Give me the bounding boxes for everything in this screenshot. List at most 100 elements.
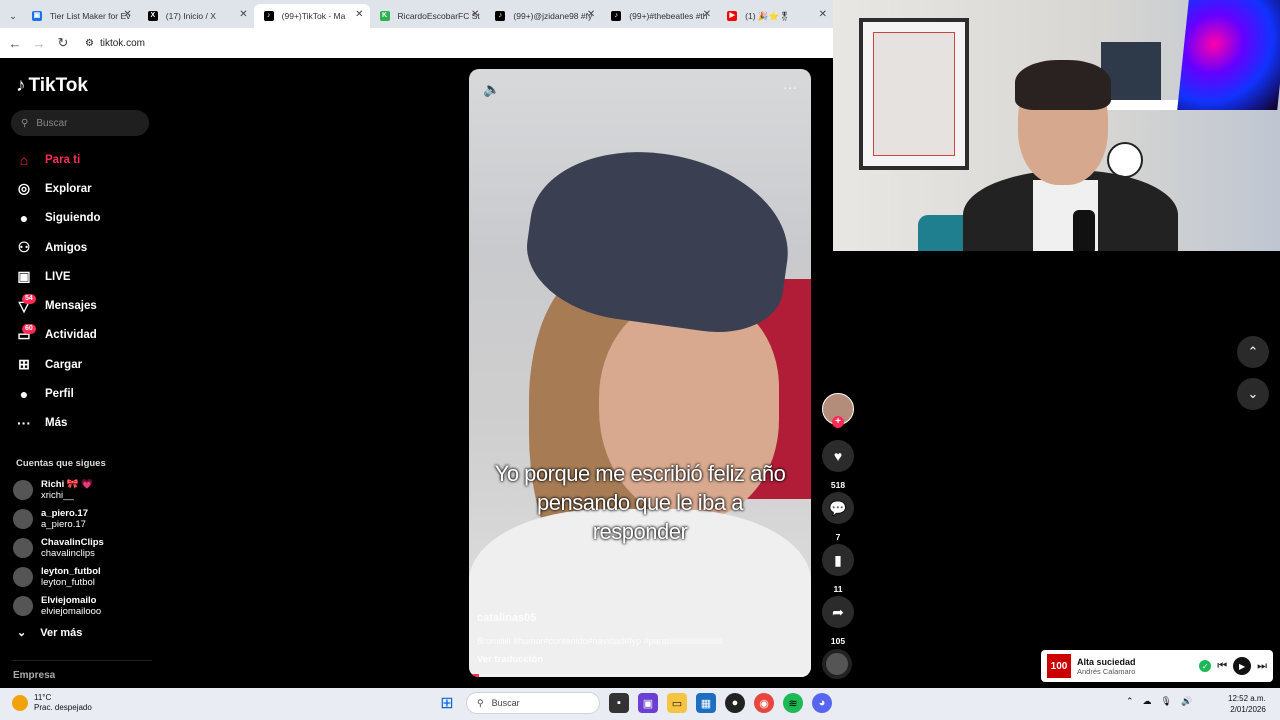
close-tab-icon[interactable]: ✕ [471, 9, 479, 20]
tiktok-logo[interactable]: ♪ TikTok [16, 75, 88, 97]
sidebar-item-amigos[interactable]: ⚇ Amigos [0, 233, 160, 262]
save-count: 11 [833, 584, 843, 594]
close-tab-icon[interactable]: ✕ [587, 9, 595, 20]
sidebar-item-para-ti[interactable]: ⌂ Para ti [0, 145, 160, 174]
sidebar-item-label: Amigos [45, 241, 88, 254]
onedrive-icon[interactable]: ☁ [1143, 696, 1152, 707]
tab-favicon-icon: ♪ [263, 11, 274, 21]
tray-expand-icon[interactable]: ⌃ [1126, 696, 1134, 707]
tab-favicon-icon: X [147, 11, 158, 21]
volume-icon[interactable]: 🔈 [483, 81, 500, 98]
like-button[interactable]: ♥ 518 [822, 440, 854, 490]
task-view-icon[interactable]: ▪ [609, 693, 629, 713]
video-progress-fill [469, 674, 480, 677]
teams-icon[interactable]: ▣ [638, 693, 658, 713]
tab-favicon-icon: ▶ [727, 11, 738, 21]
close-tab-icon[interactable]: ✕ [123, 9, 131, 20]
sidebar-item-mensajes[interactable]: ▽ Mensajes 54 [0, 291, 160, 320]
sidebar-item-más[interactable]: ··· Más [0, 409, 160, 438]
game-app-icon[interactable]: ● [725, 693, 745, 713]
following-account[interactable]: Elviejomailo elviejomailooo [13, 592, 158, 621]
file-explorer-icon[interactable]: ▭ [667, 693, 687, 713]
browser-tab[interactable]: X (17) Inicio / X ✕ [138, 4, 254, 28]
sidebar-item-actividad[interactable]: ▭ Actividad 60 [0, 321, 160, 350]
following-title: Cuentas que sigues [16, 458, 106, 469]
video-player[interactable]: 🔈 ··· Yo porque me escribió feliz año pe… [469, 69, 811, 677]
more-options-icon[interactable]: ··· [783, 79, 797, 95]
play-icon[interactable]: ▶ [1233, 657, 1252, 675]
sidebar-item-label: Más [45, 417, 68, 430]
reload-icon[interactable]: ↻ [51, 35, 75, 51]
windows-start-icon[interactable]: ⊞ [437, 693, 457, 713]
spotify-icon[interactable]: ≋ [783, 693, 803, 713]
account-handle: chavalinclips [41, 547, 95, 559]
browser-tab[interactable]: ♪ (99+)#thebeatles #th ✕ [601, 4, 717, 28]
sidebar-item-siguiendo[interactable]: ● Siguiendo [0, 204, 160, 233]
tab-list-chevron-icon[interactable]: ⌄ [4, 4, 22, 28]
tiktok-sidebar: ♪ TikTok ⚲ Buscar ⌂ Para ti ◎ Explorar ● S… [0, 58, 160, 688]
following-account[interactable]: Richi 🎀 💗 xrichi__ [13, 475, 158, 504]
following-account[interactable]: a_piero.17 a_piero.17 [13, 504, 158, 533]
taskbar-search[interactable]: ⚲ Buscar [466, 692, 600, 714]
avatar [13, 537, 33, 558]
following-account[interactable]: leyton_futbol leyton_futbol [13, 563, 158, 592]
volume-icon[interactable]: 🔊 [1181, 696, 1192, 707]
sidebar-item-live[interactable]: ▣ LIVE [0, 262, 160, 291]
close-tab-icon[interactable]: ✕ [703, 9, 711, 20]
avatar [13, 508, 33, 529]
share-button[interactable]: ➦ 105 [822, 596, 854, 646]
following-account[interactable]: ChavalinClips chavalinclips [13, 533, 158, 562]
search-icon: ⚲ [477, 697, 484, 708]
browser-tab[interactable]: K RicardoEscobarFC St ✕ [370, 4, 486, 28]
close-tab-icon[interactable]: ✕ [239, 9, 247, 20]
clock-time: 12:52 a.m. [1228, 694, 1266, 703]
compass-icon: ◎ [17, 180, 31, 197]
close-tab-icon[interactable]: ✕ [355, 9, 363, 20]
video-caption: Yo porque me escribió feliz año pensando… [494, 461, 786, 544]
clock[interactable]: 12:52 a.m. 2/01/2026 [1228, 693, 1266, 715]
account-name: ChavalinClips [41, 536, 104, 548]
following-avatar-icon: ● [19, 210, 29, 227]
previous-track-icon[interactable]: ⏮ [1217, 660, 1227, 673]
mic-icon[interactable]: 🎙 [1161, 696, 1172, 707]
see-more-button[interactable]: ⌄ Ver más [17, 626, 82, 640]
translate-link[interactable]: Ver traducción [477, 654, 543, 665]
sidebar-item-perfil[interactable]: ● Perfil [0, 379, 160, 408]
video-progress-bar[interactable] [469, 674, 811, 677]
tab-favicon-icon: ♪ [495, 11, 506, 21]
save-button[interactable]: ▮ 11 [822, 544, 854, 594]
chrome-icon[interactable]: ◉ [754, 693, 774, 713]
sidebar-item-cargar[interactable]: ⊞ Cargar [0, 350, 160, 379]
search-input[interactable]: ⚲ Buscar [11, 110, 149, 136]
browser-tab[interactable]: ♪ (99+)@jzidane98 #fy ✕ [485, 4, 601, 28]
profile-avatar-icon: ● [19, 386, 29, 403]
browser-tab[interactable]: ▶ (1) 🎉⭐🎖 ✕ [717, 4, 833, 28]
tv-screen [1177, 0, 1280, 110]
heart-icon: ♥ [822, 440, 854, 472]
site-info-icon[interactable]: ⚙ [85, 38, 94, 49]
sidebar-item-explorar[interactable]: ◎ Explorar [0, 174, 160, 203]
logo-text: TikTok [28, 75, 88, 96]
next-track-icon[interactable]: ⏭ [1257, 660, 1267, 673]
empresa-link[interactable]: Empresa [13, 670, 55, 681]
url-field[interactable]: ⚙ tiktok.com [85, 38, 145, 49]
back-arrow-icon[interactable]: ← [3, 36, 27, 51]
chevron-up-icon: ⌃ [1247, 344, 1259, 359]
comment-button[interactable]: 💬 7 [822, 492, 854, 542]
discord-icon[interactable]: ◕ [812, 693, 832, 713]
previous-video-button[interactable]: ⌃ [1237, 336, 1269, 368]
music-disc-icon[interactable] [822, 649, 852, 679]
sidebar-item-label: Mensajes [45, 300, 97, 313]
chevron-down-icon: ⌄ [1247, 386, 1259, 401]
next-video-button[interactable]: ⌄ [1237, 378, 1269, 410]
saved-check-icon[interactable]: ✓ [1199, 660, 1212, 672]
avatar [13, 567, 33, 588]
weather-widget[interactable]: 11°C Prac. despejado [12, 693, 92, 713]
close-tab-icon[interactable]: ✕ [819, 9, 827, 20]
browser-tab[interactable]: ▣ Tier List Maker for Ev ✕ [22, 4, 138, 28]
follow-plus-icon[interactable]: + [832, 416, 844, 428]
forward-arrow-icon[interactable]: → [27, 36, 51, 51]
video-username[interactable]: catalinas05 [477, 612, 536, 624]
store-icon[interactable]: ▦ [696, 693, 716, 713]
browser-tab[interactable]: ♪ (99+)TikTok - Ma ✕ [253, 4, 370, 28]
